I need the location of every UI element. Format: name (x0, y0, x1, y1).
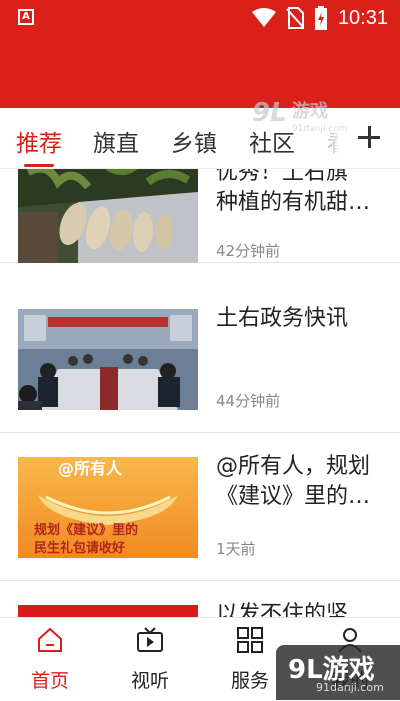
nav-home[interactable]: 首页 (10, 618, 90, 701)
nav-audiovisual[interactable]: 视听 (110, 618, 190, 701)
meeting-room-photo (18, 309, 198, 410)
item-time: 42分钟前 (216, 242, 281, 260)
status-icons: 10:31 (251, 6, 388, 30)
item-title[interactable]: 土右政务快讯 (216, 304, 386, 334)
watermark-logo-top: 9L 游戏 91danji.com (252, 98, 347, 134)
news-feed: 优秀！土右旗 种植的有机甜… 42分钟前 土右政务快讯 44分钟前 @所有人 规… (0, 169, 400, 617)
svg-text:游戏: 游戏 (292, 100, 328, 122)
promo-headline: @所有人 (58, 459, 123, 478)
tab-recommend[interactable]: 推荐 (16, 124, 62, 158)
red-banner-photo (18, 605, 198, 617)
status-bar: A 10:31 (0, 0, 400, 36)
watermark-logo-bottom: 9L游戏 91danji.com (276, 645, 400, 700)
grid-icon (237, 627, 263, 653)
svg-text:91danji.com: 91danji.com (292, 124, 347, 134)
promo-line1: 规划《建议》里的 (34, 523, 139, 538)
no-sim-icon (286, 7, 304, 29)
list-item[interactable]: 优秀！土右旗 种植的有机甜… 42分钟前 (0, 169, 400, 263)
list-item[interactable]: 以发不住的坚 (0, 580, 400, 617)
tab-banner-direct[interactable]: 旗直 (93, 124, 139, 158)
sugar-beets-photo (18, 169, 198, 263)
item-title[interactable]: 以发不住的坚 (216, 600, 386, 617)
video-icon (137, 627, 163, 652)
home-icon (38, 627, 62, 652)
item-title[interactable]: 优秀！土右旗 种植的有机甜… (216, 169, 386, 218)
tab-township[interactable]: 乡镇 (171, 124, 217, 158)
list-item[interactable]: @所有人 规划《建议》里的 民生礼包请收好 @所有人，规划 《建议》里的… 1天… (0, 432, 400, 581)
wifi-icon (251, 8, 276, 27)
list-item[interactable]: 土右政务快讯 44分钟前 (0, 284, 400, 433)
notification-a-icon: A (18, 9, 34, 25)
promo-line2: 民生礼包请收好 (34, 541, 126, 556)
item-time: 1天前 (216, 540, 256, 558)
item-time: 44分钟前 (216, 392, 281, 410)
battery-charging-icon (314, 6, 327, 30)
status-time: 10:31 (337, 6, 388, 29)
svg-text:9L: 9L (252, 98, 287, 128)
item-title[interactable]: @所有人，规划 《建议》里的… (216, 452, 386, 512)
promo-banner-photo: @所有人 规划《建议》里的 民生礼包请收好 (18, 457, 198, 558)
active-tab-indicator (24, 164, 54, 167)
